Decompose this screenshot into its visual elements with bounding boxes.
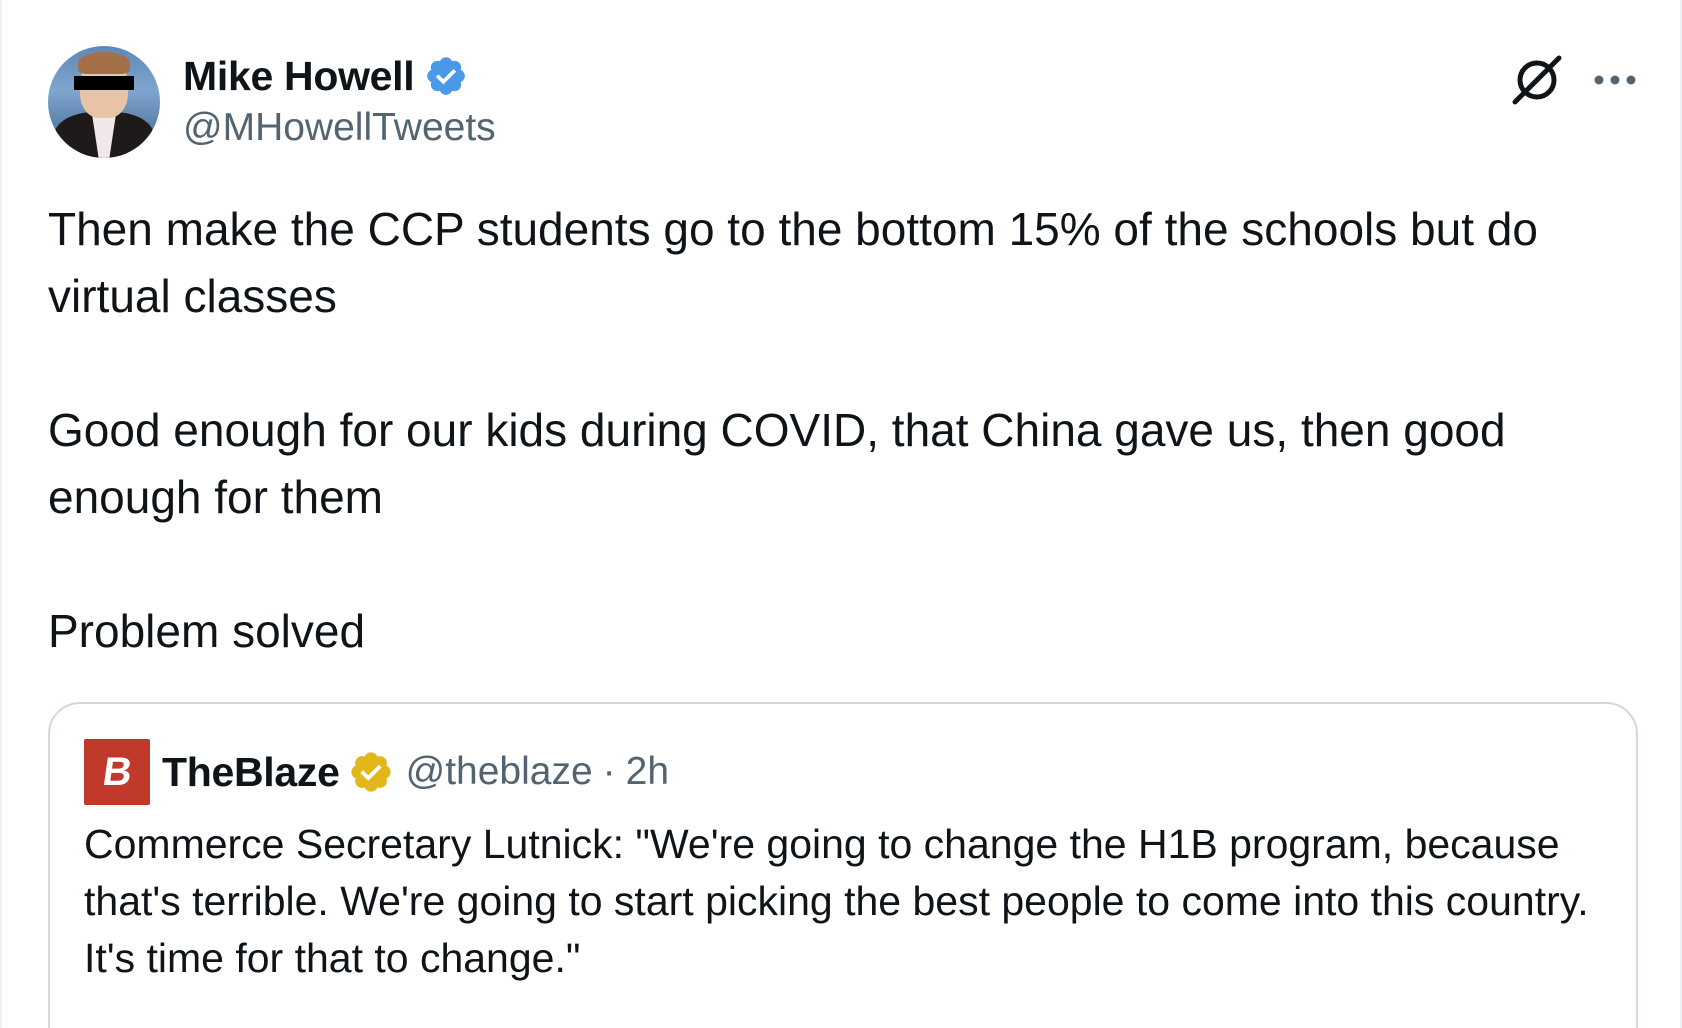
post-header: Mike Howell @MHowellTweets bbox=[48, 46, 1638, 158]
post-frame: Mike Howell @MHowellTweets Then make the… bbox=[0, 0, 1682, 1028]
gold-verified-badge-icon bbox=[350, 752, 391, 792]
post-paragraph: Good enough for our kids during COVID, t… bbox=[48, 404, 1506, 523]
author-handle[interactable]: @MHowellTweets bbox=[183, 106, 496, 150]
quoted-post-text: Commerce Secretary Lutnick: "We're going… bbox=[84, 821, 1589, 981]
more-options-icon[interactable] bbox=[1592, 66, 1638, 94]
quoted-author-handle[interactable]: @theblaze bbox=[406, 750, 593, 794]
separator-dot: · bbox=[602, 750, 616, 793]
post-paragraph: Then make the CCP students go to the bot… bbox=[48, 203, 1538, 322]
quoted-post-timestamp[interactable]: 2h bbox=[626, 750, 669, 794]
quoted-post-header: B TheBlaze @theblaze · 2h bbox=[84, 738, 669, 806]
grok-icon[interactable] bbox=[1509, 52, 1565, 108]
post-text: Then make the CCP students go to the bot… bbox=[48, 196, 1648, 665]
avatar[interactable] bbox=[48, 46, 160, 158]
quoted-post-card[interactable]: B TheBlaze @theblaze · 2h Commerce Secre… bbox=[48, 702, 1638, 1028]
author-display-name[interactable]: Mike Howell bbox=[183, 53, 415, 100]
theblaze-logo[interactable]: B bbox=[84, 739, 150, 805]
post-paragraph: Problem solved bbox=[48, 605, 366, 657]
quoted-author-display-name[interactable]: TheBlaze bbox=[162, 749, 340, 796]
author-name-row[interactable]: Mike Howell bbox=[183, 48, 468, 104]
verified-badge-icon bbox=[427, 57, 466, 95]
